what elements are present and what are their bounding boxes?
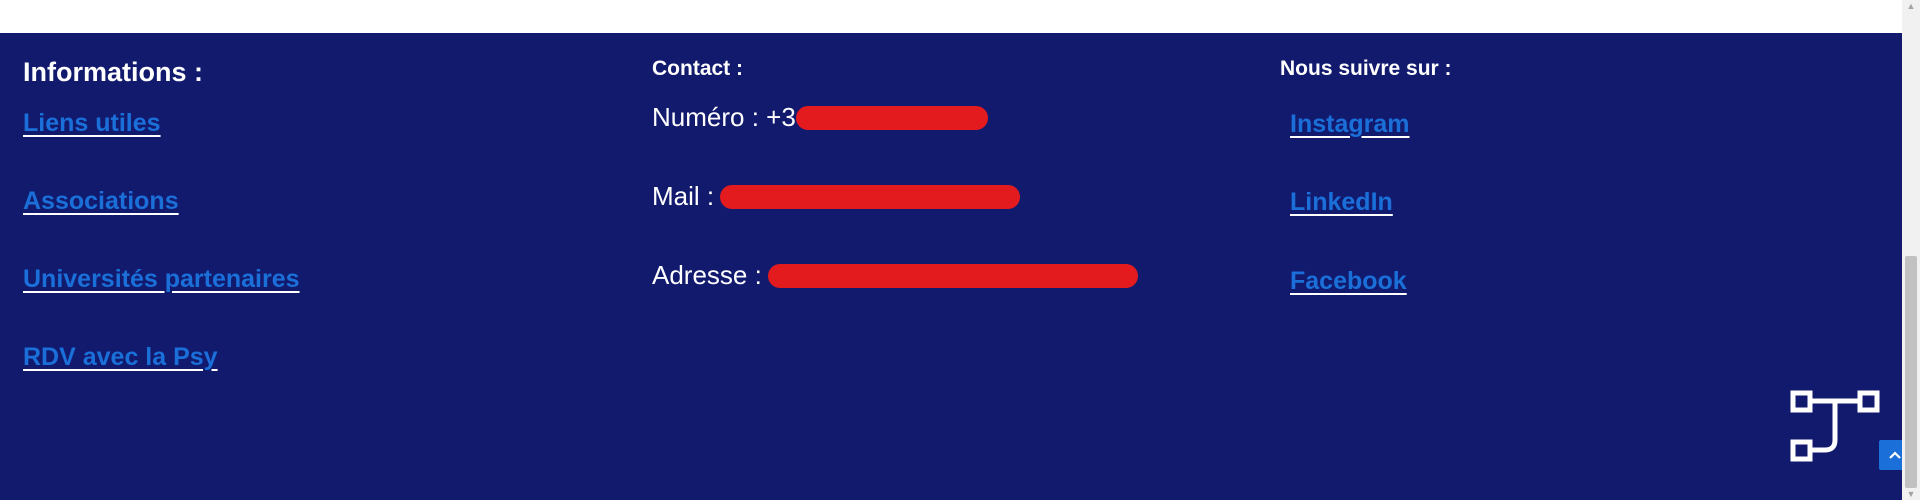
page-top-area (0, 0, 1902, 33)
address-redaction (767, 263, 1138, 288)
link-facebook[interactable]: Facebook (1290, 267, 1407, 296)
link-associations[interactable]: Associations (23, 187, 179, 216)
workflow-diagram-icon[interactable] (1790, 390, 1880, 462)
link-universites-partenaires[interactable]: Universités partenaires (23, 265, 300, 294)
contact-phone: Numéro : +3 (652, 102, 988, 133)
scroll-up-arrow-icon[interactable]: ▲ (1902, 0, 1920, 12)
contact-address: Adresse : (652, 260, 1138, 291)
phone-redaction (795, 105, 988, 130)
link-liens-utiles[interactable]: Liens utiles (23, 109, 161, 138)
scrollbar-thumb[interactable] (1905, 256, 1917, 488)
mail-redaction (720, 184, 1021, 209)
social-heading: Nous suivre sur : (1280, 57, 1452, 80)
chevron-up-icon (1888, 451, 1901, 459)
info-heading: Informations : (23, 57, 203, 87)
address-label: Adresse : (652, 260, 762, 290)
contact-mail: Mail : (652, 181, 1021, 212)
link-rdv-psy[interactable]: RDV avec la Psy (23, 343, 218, 372)
link-linkedin[interactable]: LinkedIn (1290, 188, 1393, 217)
mail-label: Mail : (652, 181, 715, 211)
vertical-scrollbar[interactable]: ▲ ▼ (1902, 0, 1920, 500)
site-footer: Informations : Liens utiles Associations… (0, 33, 1902, 500)
scroll-down-arrow-icon[interactable]: ▼ (1902, 488, 1920, 500)
link-instagram[interactable]: Instagram (1290, 110, 1409, 139)
contact-heading: Contact : (652, 57, 743, 80)
phone-label: Numéro : +3 (652, 102, 796, 132)
